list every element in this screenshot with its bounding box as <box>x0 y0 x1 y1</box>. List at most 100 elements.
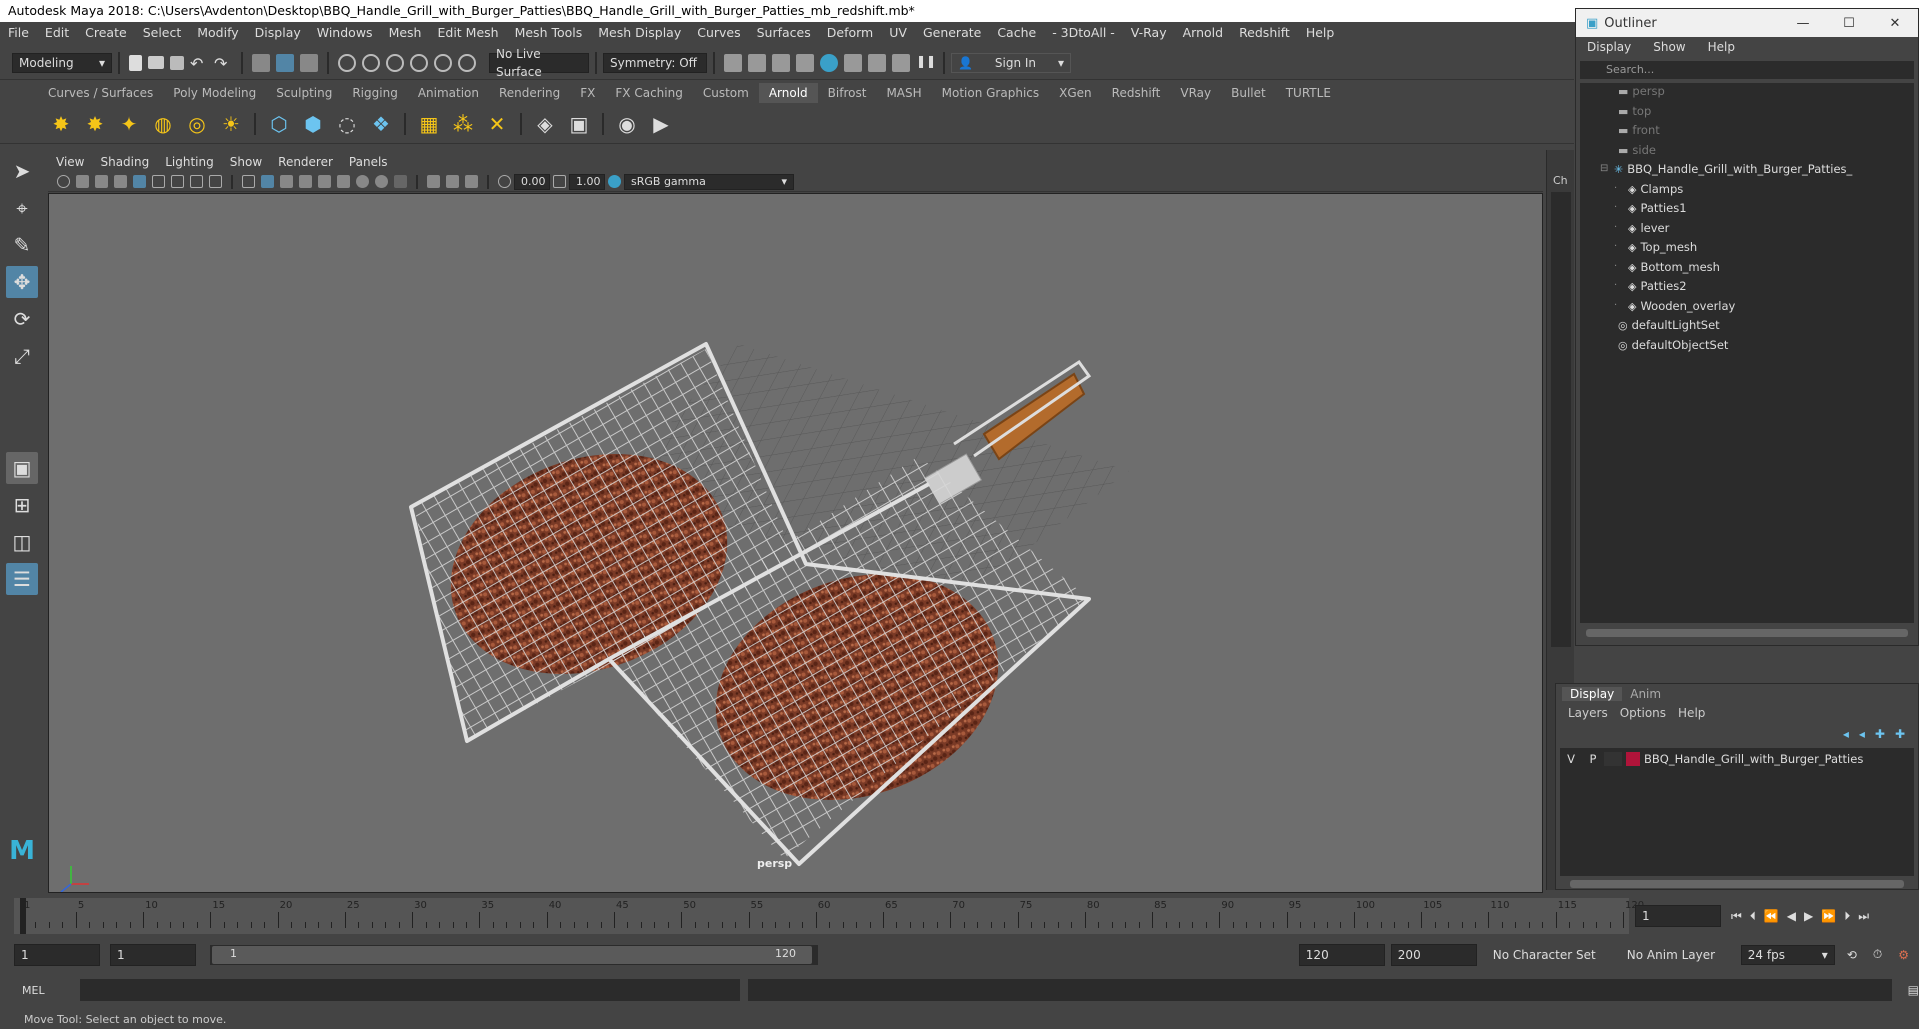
layer-row[interactable]: V P BBQ_Handle_Grill_with_Burger_Patties <box>1560 748 1914 770</box>
playback-start-field[interactable]: 1 <box>110 943 196 966</box>
go-to-end-icon[interactable]: ⏭ <box>1858 909 1869 924</box>
resolution-gate-icon[interactable] <box>171 175 184 188</box>
single-view-icon[interactable]: ▣ <box>6 452 38 484</box>
character-set-dropdown[interactable]: No Character Set <box>1486 944 1611 965</box>
gamma-field[interactable]: 1.00 <box>569 173 605 190</box>
render-view-shelf-icon[interactable]: ◉ <box>613 110 641 138</box>
select-component-icon[interactable] <box>300 53 318 72</box>
minimize-icon[interactable]: — <box>1780 16 1826 31</box>
play-forward-icon[interactable]: ▶ <box>1804 909 1813 923</box>
workspace-dropdown[interactable]: Modeling ▾ <box>12 52 112 73</box>
current-time-indicator[interactable] <box>20 898 26 934</box>
menu-file[interactable]: File <box>0 22 37 43</box>
menu-mesh[interactable]: Mesh <box>381 22 430 43</box>
photometric-light-icon[interactable]: ✦ <box>115 110 143 138</box>
shelf-tab-turtle[interactable]: TURTLE <box>1276 83 1341 103</box>
shelf-tab-rigging[interactable]: Rigging <box>342 83 407 103</box>
layer-playback-toggle[interactable]: P <box>1582 752 1604 766</box>
area-light-icon[interactable]: ✸ <box>47 110 75 138</box>
image-plane-icon[interactable] <box>114 175 127 188</box>
shelf-tab-motion-graphics[interactable]: Motion Graphics <box>932 83 1050 103</box>
go-to-start-icon[interactable]: ⏮ <box>1731 909 1742 924</box>
snap-point-icon[interactable] <box>386 53 404 72</box>
viewport-menu-lighting[interactable]: Lighting <box>157 155 222 169</box>
motion-blur-icon[interactable] <box>375 175 388 188</box>
four-view-icon[interactable]: ⊞ <box>6 489 38 521</box>
tab-display[interactable]: Display <box>1562 687 1623 701</box>
render-settings-icon[interactable] <box>796 53 814 72</box>
wireframe-on-shaded-icon[interactable] <box>280 175 293 188</box>
select-object-icon[interactable] <box>276 53 294 72</box>
color-space-dropdown[interactable]: sRGB gamma ▾ <box>624 173 794 190</box>
shelf-tab-redshift[interactable]: Redshift <box>1102 83 1171 103</box>
anim-layer-dropdown[interactable]: No Anim Layer <box>1620 944 1731 965</box>
outliner-layout-icon[interactable]: ☰ <box>6 563 38 595</box>
select-hierarchy-icon[interactable] <box>252 53 270 72</box>
shelf-tab-animation[interactable]: Animation <box>408 83 489 103</box>
outliner-item[interactable]: ◎ defaultLightSet <box>1618 315 1720 335</box>
texture-manager-icon[interactable]: ▦ <box>415 110 443 138</box>
color-management-icon[interactable] <box>608 175 621 188</box>
skydome-light-icon[interactable]: ◍ <box>149 110 177 138</box>
wireframe-icon[interactable] <box>242 175 255 188</box>
use-lights-icon[interactable] <box>318 175 331 188</box>
shelf-tab-sculpting[interactable]: Sculpting <box>266 83 342 103</box>
lasso-tool-icon[interactable]: ⌖ <box>6 192 38 224</box>
menu-windows[interactable]: Windows <box>309 22 381 43</box>
move-layer-down-icon[interactable]: ◂ <box>1859 727 1865 741</box>
new-layer-selected-icon[interactable]: ✚ <box>1895 727 1905 741</box>
outliner-menu-show[interactable]: Show <box>1642 40 1696 54</box>
shader-icon[interactable]: ◈ <box>531 110 559 138</box>
sign-in-dropdown[interactable]: 👤 Sign In ▾ <box>951 52 1071 73</box>
menu-generate[interactable]: Generate <box>915 22 989 43</box>
snap-live-icon[interactable] <box>458 53 476 72</box>
play-backward-icon[interactable]: ◀ <box>1787 909 1796 923</box>
safe-action-icon[interactable] <box>209 175 222 188</box>
script-editor-icon[interactable]: ▤ <box>1908 983 1919 997</box>
range-slider[interactable]: 1 120 <box>210 944 818 965</box>
menu-create[interactable]: Create <box>77 22 135 43</box>
preferences-icon[interactable]: ⚙ <box>1898 948 1909 962</box>
save-scene-icon[interactable] <box>170 55 184 70</box>
textured-icon[interactable] <box>299 175 312 188</box>
viewport-menu-show[interactable]: Show <box>222 155 270 169</box>
menu-curves[interactable]: Curves <box>689 22 748 43</box>
shelf-tab-arnold[interactable]: Arnold <box>758 83 818 103</box>
export-standin-icon[interactable]: ⬢ <box>299 110 327 138</box>
viewport-menu-shading[interactable]: Shading <box>92 155 157 169</box>
hypershade-icon[interactable] <box>820 53 838 72</box>
shadows-icon[interactable] <box>337 175 350 188</box>
paint-select-icon[interactable]: ✎ <box>6 229 38 261</box>
light-manager-icon[interactable]: ⁂ <box>449 110 477 138</box>
rotate-tool-icon[interactable]: ⟳ <box>6 303 38 335</box>
layer-hscroll[interactable] <box>1570 880 1904 888</box>
shelf-tab-mash[interactable]: MASH <box>876 83 931 103</box>
outliner-item[interactable]: ◎ defaultObjectSet <box>1618 335 1728 355</box>
current-frame-field[interactable]: 1 <box>1635 905 1721 927</box>
menu-surfaces[interactable]: Surfaces <box>749 22 819 43</box>
layer-type-toggle[interactable] <box>1604 752 1622 766</box>
render-view-icon[interactable] <box>844 53 862 72</box>
menu-display[interactable]: Display <box>247 22 309 43</box>
outliner-item[interactable]: · ◈ Bottom_mesh <box>1614 257 1720 277</box>
menu-edit[interactable]: Edit <box>37 22 77 43</box>
range-slider-handle[interactable] <box>212 945 812 964</box>
menu-mesh-display[interactable]: Mesh Display <box>590 22 689 43</box>
aov-icon[interactable]: ▣ <box>565 110 593 138</box>
menu-edit-mesh[interactable]: Edit Mesh <box>429 22 506 43</box>
step-forward-icon[interactable]: ⏵ <box>1844 909 1850 924</box>
outliner-item[interactable]: ▬ top <box>1618 101 1651 121</box>
outliner-item[interactable]: ▬ side <box>1618 140 1656 160</box>
auto-key-icon[interactable]: ⏱ <box>1873 947 1882 962</box>
anti-aliasing-icon[interactable] <box>394 175 407 188</box>
pause-icon[interactable]: ❚❚ <box>916 54 936 72</box>
render-sequence-icon[interactable] <box>748 53 766 72</box>
shelf-tab-xgen[interactable]: XGen <box>1049 83 1102 103</box>
physical-sky-icon[interactable]: ◎ <box>183 110 211 138</box>
move-tool-icon[interactable]: ✥ <box>6 266 38 298</box>
tab-anim[interactable]: Anim <box>1622 687 1669 701</box>
shelf-tab-curves-surfaces[interactable]: Curves / Surfaces <box>38 83 163 103</box>
menu-help[interactable]: Help <box>1672 706 1711 720</box>
render-frame-icon[interactable] <box>724 53 742 72</box>
mel-label[interactable]: MEL <box>22 984 58 997</box>
